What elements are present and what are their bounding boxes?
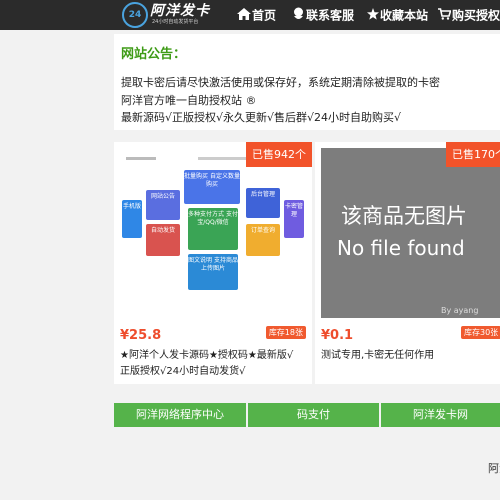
- nav-buy-license[interactable]: 购买授权: [438, 0, 500, 30]
- placeholder-text-cn: 该商品无图片: [341, 204, 467, 228]
- sold-count-badge: 已售942个: [246, 142, 312, 167]
- nav-support-label: 联系客服: [306, 8, 355, 23]
- image-tile-right-a: 后台管理: [246, 188, 280, 218]
- stock-badge: 库存30张: [461, 326, 500, 339]
- image-tile-far-left: 手机版: [122, 200, 142, 238]
- nav-bookmark-label: 收藏本站: [380, 8, 429, 23]
- image-tile-left-b: 自动发货: [146, 224, 180, 256]
- image-tile-description: 图文说明 支持商品上传图片: [188, 254, 238, 290]
- nav-home-label: 首页: [252, 8, 277, 23]
- support-icon: [292, 1, 305, 31]
- product-name-line-1: ★阿洋个人发卡源码★授权码★最新版√: [120, 350, 294, 361]
- cart-icon: [438, 1, 452, 31]
- product-image[interactable]: 批量购买 自定义数量购买 多种支付方式 支付宝/QQ/微信 图文说明 支持商品上…: [114, 142, 312, 320]
- notice-line-2: 阿洋官方唯一自助授权站 ®: [121, 94, 257, 107]
- star-icon: [367, 1, 379, 31]
- logo-title: 阿洋发卡: [150, 3, 210, 19]
- top-nav-bar: 24 阿洋发卡 24小时自动发货平台 首页 联系客服 收藏本站 购买授权: [0, 0, 500, 30]
- image-tile-right-b: 订单查询: [246, 224, 280, 256]
- product-card[interactable]: 批量购买 自定义数量购买 多种支付方式 支付宝/QQ/微信 图文说明 支持商品上…: [114, 142, 312, 384]
- nav-support[interactable]: 联系客服: [292, 0, 354, 30]
- product-price: ¥0.1: [321, 328, 354, 343]
- nav-buy-license-label: 购买授权: [452, 8, 500, 23]
- footer-text: 阿洋: [488, 462, 500, 475]
- image-tile-payment: 多种支付方式 支付宝/QQ/微信: [188, 208, 238, 250]
- logo-badge: 24: [122, 2, 148, 28]
- link-code-pay[interactable]: 码支付: [248, 403, 379, 427]
- no-image-placeholder: 该商品无图片 No file found By ayang: [321, 148, 500, 318]
- link-card-site[interactable]: 阿洋发卡网: [381, 403, 500, 427]
- notice-line-1: 提取卡密后请尽快激活使用或保存好，系统定期清除被提取的卡密: [121, 76, 440, 89]
- image-tile-left-a: 网站公告: [146, 190, 180, 220]
- image-tile-far-right: 卡密管理: [284, 200, 304, 238]
- placeholder-watermark: By ayang: [441, 306, 479, 315]
- product-card[interactable]: 该商品无图片 No file found By ayang 已售170个 ¥0.…: [315, 142, 500, 384]
- home-icon: [237, 1, 251, 31]
- product-name-line-1: 测试专用,卡密无任何作用: [321, 350, 435, 361]
- notice-line-3: 最新源码√正版授权√永久更新√售后群√24小时自助购买√: [121, 111, 402, 124]
- image-tile-batch: 批量购买 自定义数量购买: [184, 170, 240, 204]
- logo-subtitle: 24小时自动发货平台: [152, 19, 199, 25]
- nav-bookmark[interactable]: 收藏本站: [367, 0, 428, 30]
- notice-panel: 网站公告： 提取卡密后请尽快激活使用或保存好，系统定期清除被提取的卡密 阿洋官方…: [114, 34, 500, 130]
- product-image[interactable]: 该商品无图片 No file found By ayang 已售170个: [315, 142, 500, 320]
- product-name-line-2: 正版授权√24小时自动发货√: [120, 366, 246, 377]
- notice-title: 网站公告：: [121, 47, 187, 62]
- placeholder-text-en: No file found: [337, 236, 465, 260]
- sold-count-badge: 已售170个: [446, 142, 500, 167]
- nav-home[interactable]: 首页: [237, 0, 276, 30]
- link-program-center[interactable]: 阿洋网络程序中心: [114, 403, 246, 427]
- stock-badge: 库存18张: [265, 326, 306, 339]
- product-price: ¥25.8: [120, 328, 162, 343]
- site-logo[interactable]: 24 阿洋发卡 24小时自动发货平台: [122, 2, 214, 28]
